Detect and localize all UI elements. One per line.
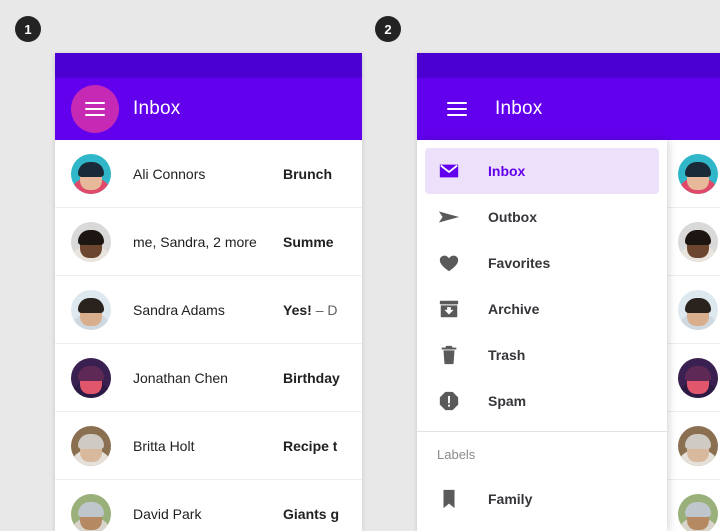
- app-bar-title: Inbox: [133, 98, 181, 119]
- step-badge-1: 1: [15, 16, 41, 42]
- email-subject: Summe: [283, 233, 334, 250]
- avatar: [71, 153, 111, 194]
- drawer-item-label: Inbox: [488, 163, 526, 179]
- email-row[interactable]: [662, 412, 720, 480]
- app-bar-title: Inbox: [495, 98, 543, 119]
- email-sender: Sandra Adams: [133, 301, 225, 318]
- navigation-drawer: Inbox Outbox Favorites Archive Trash Spam Labe…: [417, 140, 667, 531]
- app-bar-1: Inbox: [55, 78, 362, 140]
- email-row[interactable]: Jonathan Chen Birthday: [55, 344, 362, 412]
- email-row[interactable]: Britta Holt Recipe t: [55, 412, 362, 480]
- phone-panel-2: Inbox Inbox Outbox Favorites Archive Trash Sp…: [417, 53, 720, 531]
- email-row[interactable]: me, Sandra, 2 more Summe: [55, 208, 362, 276]
- hamburger-menu-button[interactable]: [71, 85, 119, 133]
- hamburger-menu-button[interactable]: [433, 85, 481, 133]
- screenshot-stage: 1 2 Inbox Ali Connors Brunch me, Sandra, 2…: [0, 0, 720, 531]
- email-row[interactable]: [662, 140, 720, 208]
- avatar: [71, 493, 111, 531]
- email-list-peek[interactable]: [662, 140, 720, 531]
- email-row[interactable]: Ali Connors Brunch: [55, 140, 362, 208]
- drawer-item-label: Spam: [488, 393, 527, 409]
- drawer-subheader-labels: Labels: [437, 446, 476, 462]
- email-row[interactable]: [662, 208, 720, 276]
- email-row[interactable]: [662, 276, 720, 344]
- mail-icon: [437, 159, 461, 183]
- avatar: [678, 221, 718, 262]
- drawer-item-outbox[interactable]: Outbox: [425, 194, 659, 240]
- trash-icon: [437, 343, 461, 367]
- email-sender: Ali Connors: [133, 165, 206, 182]
- email-row[interactable]: [662, 344, 720, 412]
- drawer-item-label: Archive: [488, 301, 540, 317]
- avatar: [678, 289, 718, 330]
- status-bar: [417, 53, 720, 78]
- report-icon: [437, 389, 461, 413]
- drawer-item-label: Favorites: [488, 255, 551, 271]
- avatar: [678, 357, 718, 398]
- phone-panel-1: Inbox Ali Connors Brunch me, Sandra, 2 mor…: [55, 53, 362, 531]
- app-bar-2: Inbox: [417, 78, 720, 140]
- email-snippet: – D: [311, 301, 338, 318]
- email-subject: Giants g: [283, 505, 340, 522]
- email-sender: me, Sandra, 2 more: [133, 233, 257, 250]
- drawer-item-spam[interactable]: Spam: [425, 378, 659, 424]
- drawer-item-favorites[interactable]: Favorites: [425, 240, 659, 286]
- email-subject: Birthday: [283, 369, 340, 386]
- drawer-item-family[interactable]: Family: [425, 476, 659, 522]
- archive-icon: [437, 297, 461, 321]
- drawer-item-label: Outbox: [488, 209, 537, 225]
- send-icon: [437, 205, 461, 229]
- avatar: [71, 357, 111, 398]
- avatar: [71, 221, 111, 262]
- drawer-item-label: Trash: [488, 347, 526, 363]
- avatar: [71, 289, 111, 330]
- email-sender: Britta Holt: [133, 437, 195, 454]
- email-row[interactable]: David Park Giants g: [55, 480, 362, 531]
- hamburger-menu-icon: [447, 102, 467, 116]
- drawer-item-archive[interactable]: Archive: [425, 286, 659, 332]
- avatar: [678, 493, 718, 531]
- hamburger-menu-icon: [85, 102, 105, 116]
- email-subject: Yes! – D: [283, 301, 338, 318]
- drawer-item-trash[interactable]: Trash: [425, 332, 659, 378]
- email-row[interactable]: Sandra Adams Yes! – D: [55, 276, 362, 344]
- bookmark-icon: [437, 487, 461, 511]
- email-subject: Recipe t: [283, 437, 338, 454]
- email-list-1: Ali Connors Brunch me, Sandra, 2 more Summe…: [55, 140, 362, 531]
- avatar: [678, 425, 718, 466]
- email-sender: Jonathan Chen: [133, 369, 228, 386]
- avatar: [678, 153, 718, 194]
- email-row[interactable]: [662, 480, 720, 531]
- drawer-item-inbox[interactable]: Inbox: [425, 148, 659, 194]
- email-sender: David Park: [133, 505, 202, 522]
- heart-icon: [437, 251, 461, 275]
- email-subject: Brunch: [283, 165, 332, 182]
- avatar: [71, 425, 111, 466]
- step-badge-2: 2: [375, 16, 401, 42]
- status-bar: [55, 53, 362, 78]
- drawer-item-label: Family: [488, 491, 533, 507]
